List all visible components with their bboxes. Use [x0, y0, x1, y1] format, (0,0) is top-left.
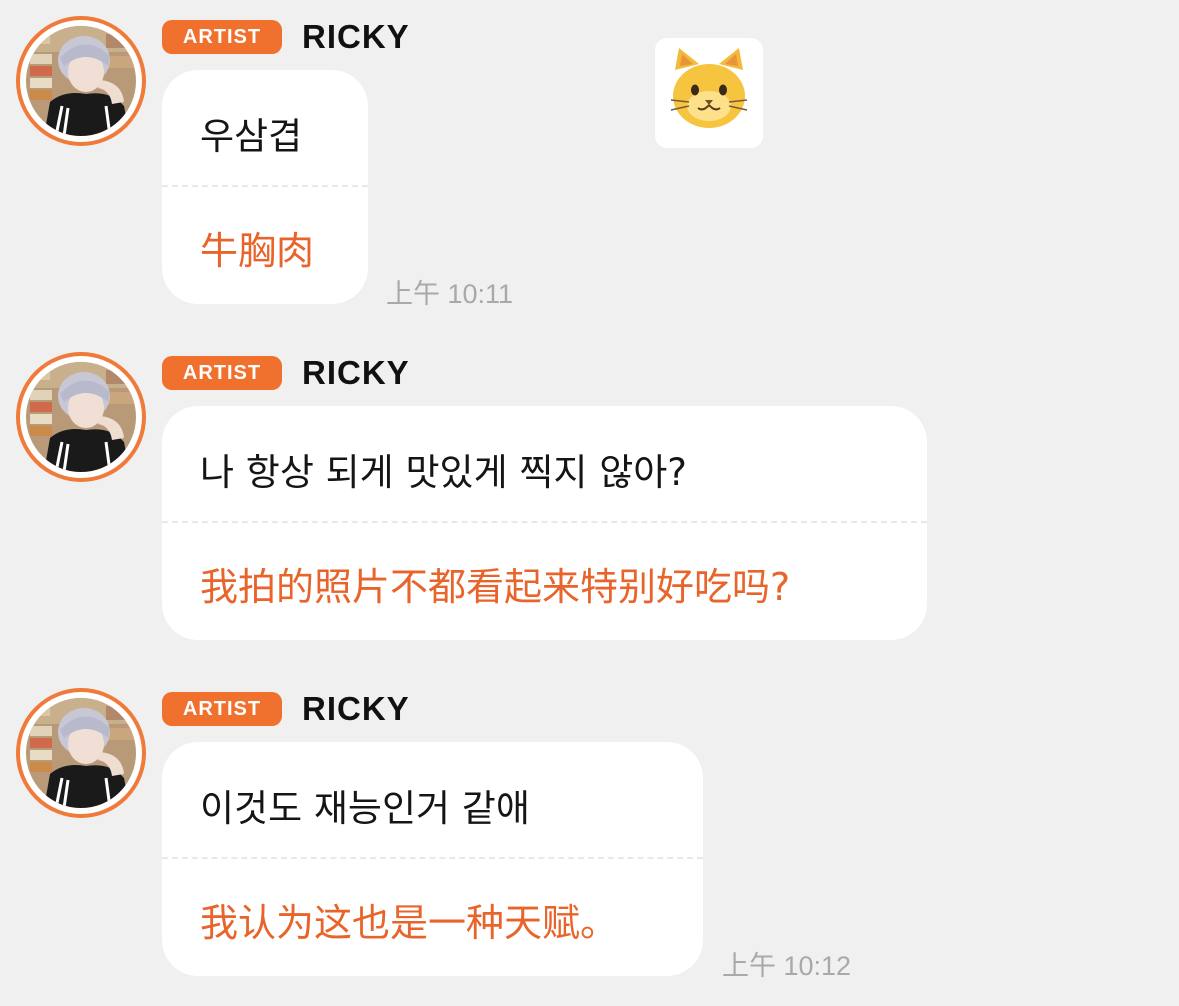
message-text-korean: 우삼겹 [200, 115, 303, 158]
artist-badge: ARTIST [162, 692, 282, 726]
avatar-photo [26, 698, 136, 808]
message-bubble[interactable]: 나 항상 되게 맛있게 찍지 않아? 我拍的照片不都看起来特别好吃吗? [162, 406, 927, 640]
message-header: ARTIST RICKY [162, 690, 410, 728]
avatar-photo [26, 362, 136, 472]
sender-name[interactable]: RICKY [302, 690, 410, 728]
message-text-translation: 我拍的照片不都看起来特别好吃吗? [200, 565, 791, 609]
translation-divider [162, 521, 927, 523]
message-timestamp: 上午 10:11 [386, 279, 514, 309]
translation-divider [162, 857, 703, 859]
message-header: ARTIST RICKY [162, 354, 410, 392]
message-text-korean: 나 항상 되게 맛있게 찍지 않아? [200, 451, 687, 494]
cat-face-icon [670, 48, 748, 128]
message-bubble[interactable]: 우삼겹 牛胸肉 [162, 70, 368, 304]
artist-avatar[interactable] [16, 16, 146, 146]
artist-badge: ARTIST [162, 20, 282, 54]
artist-badge: ARTIST [162, 356, 282, 390]
avatar-photo [26, 26, 136, 136]
message-header: ARTIST RICKY [162, 18, 410, 56]
sender-name[interactable]: RICKY [302, 354, 410, 392]
sender-name[interactable]: RICKY [302, 18, 410, 56]
sticker-button[interactable] [655, 38, 763, 148]
artist-avatar[interactable] [16, 352, 146, 482]
message-text-translation: 我认为这也是一种天赋。 [200, 901, 619, 945]
message-bubble[interactable]: 이것도 재능인거 같애 我认为这也是一种天赋。 [162, 742, 703, 976]
message-timestamp: 上午 10:12 [722, 951, 852, 981]
artist-avatar[interactable] [16, 688, 146, 818]
message-text-translation: 牛胸肉 [200, 229, 315, 273]
message-text-korean: 이것도 재능인거 같애 [200, 787, 530, 830]
translation-divider [162, 185, 368, 187]
